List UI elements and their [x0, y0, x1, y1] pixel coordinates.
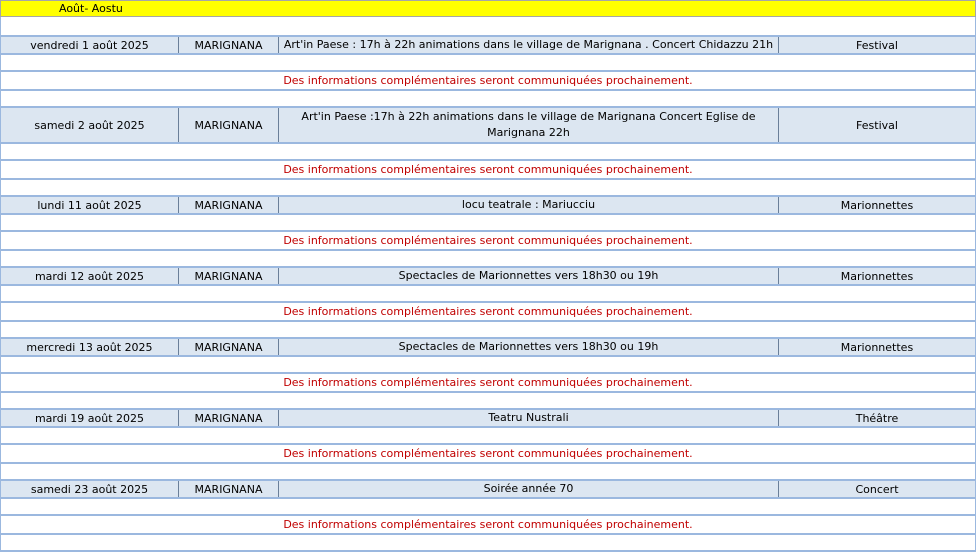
event-date: mardi 12 août 2025 [1, 268, 179, 284]
event-description: Teatru Nustrali [279, 410, 779, 426]
event-description: Art'in Paese : 17h à 22h animations dans… [279, 37, 779, 53]
event-place: MARIGNANA [179, 410, 279, 426]
event-date: samedi 23 août 2025 [1, 481, 179, 497]
blank-row [0, 144, 976, 161]
blank-row [0, 17, 976, 37]
blank-row [0, 535, 976, 552]
blank-row [0, 215, 976, 232]
event-description: Soirée année 70 [279, 481, 779, 497]
blank-row [0, 322, 976, 339]
info-note: Des informations complémentaires seront … [0, 445, 976, 464]
event-category: Festival [856, 38, 898, 52]
event-row: lundi 11 août 2025 MARIGNANA locu teatrale… [0, 197, 976, 215]
event-place: MARIGNANA [179, 339, 279, 355]
event-date: mardi 19 août 2025 [1, 410, 179, 426]
event-category: Marionnettes [840, 198, 914, 212]
event-row: samedi 2 août 2025 MARIGNANA Art'in Paese … [0, 108, 976, 144]
event-date: lundi 11 août 2025 [1, 197, 179, 213]
blank-row [0, 180, 976, 197]
blank-row [0, 499, 976, 516]
month-title-row: Août- Aostu [0, 0, 976, 17]
event-row: samedi 23 août 2025 MARIGNANA Soirée année… [0, 481, 976, 499]
event-place: MARIGNANA [179, 481, 279, 497]
event-category: Marionnettes [840, 340, 914, 354]
blank-row [0, 428, 976, 445]
event-date: mercredi 13 août 2025 [1, 339, 179, 355]
event-category: Festival [856, 118, 898, 132]
info-note: Des informations complémentaires seront … [0, 516, 976, 535]
blank-row [0, 91, 976, 108]
month-title: Août- Aostu [59, 2, 123, 15]
event-description: locu teatrale : Mariucciu [279, 197, 779, 213]
blank-row [0, 55, 976, 72]
info-note: Des informations complémentaires seront … [0, 72, 976, 91]
event-sheet: Août- Aostu vendredi 1 août 2025 MARIGNAN… [0, 0, 976, 552]
event-date: samedi 2 août 2025 [1, 108, 179, 142]
info-note: Des informations complémentaires seront … [0, 374, 976, 393]
event-row: mardi 19 août 2025 MARIGNANA Teatru Nustra… [0, 410, 976, 428]
event-date: vendredi 1 août 2025 [1, 37, 179, 53]
info-note: Des informations complémentaires seront … [0, 232, 976, 251]
event-row: mardi 12 août 2025 MARIGNANA Spectacles de… [0, 268, 976, 286]
event-place: MARIGNANA [179, 37, 279, 53]
event-place: MARIGNANA [179, 268, 279, 284]
event-row: mercredi 13 août 2025 MARIGNANA Spectacles… [0, 339, 976, 357]
event-category: Marionnettes [840, 269, 914, 283]
event-description: Art'in Paese :17h à 22h animations dans … [279, 108, 779, 142]
event-description: Spectacles de Marionnettes vers 18h30 ou… [279, 268, 779, 284]
event-category: Concert [855, 482, 899, 496]
event-description: Spectacles de Marionnettes vers 18h30 ou… [279, 339, 779, 355]
event-place: MARIGNANA [179, 108, 279, 142]
blank-row [0, 251, 976, 268]
event-list: vendredi 1 août 2025 MARIGNANA Art'in Paes… [0, 37, 976, 552]
info-note: Des informations complémentaires seront … [0, 161, 976, 180]
blank-row [0, 393, 976, 410]
blank-row [0, 286, 976, 303]
event-place: MARIGNANA [179, 197, 279, 213]
blank-row [0, 357, 976, 374]
blank-row [0, 464, 976, 481]
info-note: Des informations complémentaires seront … [0, 303, 976, 322]
event-category: Théâtre [855, 411, 899, 425]
event-row: vendredi 1 août 2025 MARIGNANA Art'in Paes… [0, 37, 976, 55]
